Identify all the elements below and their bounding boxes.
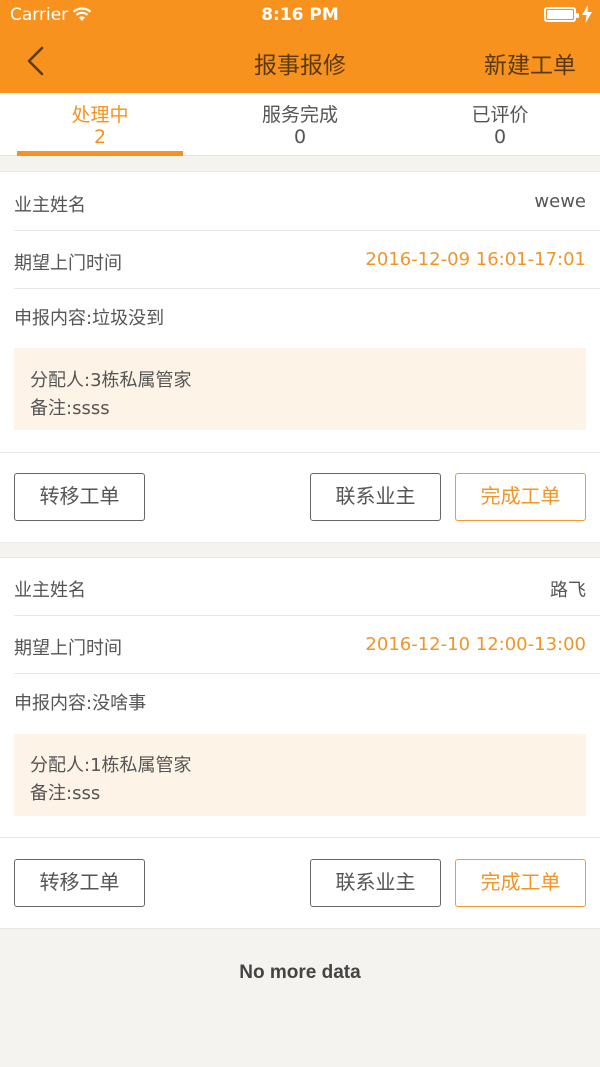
- expected-time-row: 期望上门时间 2016-12-09 16:01-17:01: [14, 249, 586, 274]
- status-bar: Carrier 8:16 PM: [0, 0, 600, 32]
- owner-row: 业主姓名 路飞: [14, 576, 586, 601]
- divider: [14, 230, 600, 231]
- expected-time-label: 期望上门时间: [14, 253, 122, 274]
- assignment-info-box: 分配人:1栋私属管家 备注:sss: [14, 734, 586, 816]
- tab-count: 0: [293, 126, 307, 148]
- new-work-order-button[interactable]: 新建工单: [484, 46, 576, 80]
- charging-icon: [582, 5, 592, 23]
- owner-label: 业主姓名: [14, 580, 86, 601]
- complete-order-button[interactable]: 完成工单: [455, 859, 586, 907]
- assignee-text: 分配人:3栋私属管家: [30, 370, 192, 391]
- divider: [14, 673, 600, 674]
- remark-text: 备注:ssss: [30, 398, 110, 419]
- battery-icon: [544, 7, 579, 22]
- transfer-order-button[interactable]: 转移工单: [14, 473, 145, 521]
- owner-row: 业主姓名 wewe: [14, 191, 586, 216]
- expected-time-value: 2016-12-09 16:01-17:01: [365, 249, 586, 270]
- tab-rated[interactable]: 已评价 0: [400, 93, 600, 156]
- expected-time-label: 期望上门时间: [14, 638, 122, 659]
- expected-time-row: 期望上门时间 2016-12-10 12:00-13:00: [14, 634, 586, 659]
- tab-label: 服务完成: [261, 104, 338, 126]
- transfer-order-button[interactable]: 转移工单: [14, 859, 145, 907]
- assignment-info-box: 分配人:3栋私属管家 备注:ssss: [14, 348, 586, 430]
- owner-label: 业主姓名: [14, 195, 86, 216]
- divider: [14, 615, 600, 616]
- complete-order-button[interactable]: 完成工单: [455, 473, 586, 521]
- contact-owner-button[interactable]: 联系业主: [310, 859, 441, 907]
- assignee-text: 分配人:1栋私属管家: [30, 755, 192, 776]
- divider: [14, 288, 600, 289]
- report-content: 申报内容:垃圾没到: [14, 308, 165, 329]
- tab-count: 2: [93, 126, 107, 148]
- remark-text: 备注:sss: [30, 783, 101, 804]
- owner-name: wewe: [534, 191, 586, 212]
- report-content-row: 申报内容:垃圾没到: [14, 304, 586, 329]
- tab-processing[interactable]: 处理中 2: [0, 93, 200, 156]
- report-content-row: 申报内容:没啥事: [14, 689, 586, 714]
- divider: [0, 837, 600, 838]
- divider: [0, 452, 600, 453]
- clock: 8:16 PM: [261, 5, 339, 25]
- work-order-card: 业主姓名 wewe 期望上门时间 2016-12-09 16:01-17:01 …: [0, 171, 600, 543]
- report-content: 申报内容:没啥事: [14, 693, 147, 714]
- navigation-header: Carrier 8:16 PM 报事报修 新建工单: [0, 0, 600, 93]
- active-tab-indicator: [17, 151, 183, 156]
- owner-name: 路飞: [550, 580, 586, 601]
- tab-label: 已评价: [471, 104, 529, 126]
- no-more-data-label: No more data: [239, 962, 361, 983]
- status-tabs: 处理中 2 服务完成 0 已评价 0: [0, 93, 600, 156]
- expected-time-value: 2016-12-10 12:00-13:00: [365, 634, 586, 655]
- tab-label: 处理中: [71, 104, 129, 126]
- tab-count: 0: [493, 126, 507, 148]
- tab-service-complete[interactable]: 服务完成 0: [200, 93, 400, 156]
- contact-owner-button[interactable]: 联系业主: [310, 473, 441, 521]
- work-order-card: 业主姓名 路飞 期望上门时间 2016-12-10 12:00-13:00 申报…: [0, 557, 600, 929]
